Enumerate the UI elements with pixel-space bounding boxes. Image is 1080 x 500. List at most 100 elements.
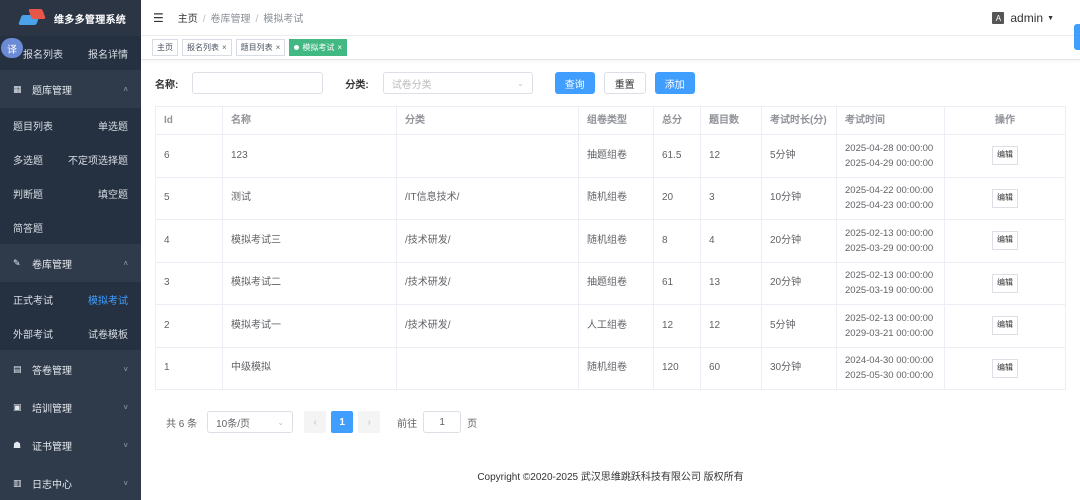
page-size-select[interactable]: 10条/页 ⌄	[207, 411, 294, 433]
breadcrumb-home[interactable]: 主页	[178, 14, 198, 25]
translate-button[interactable]: 译	[1, 38, 33, 58]
sidebar-group-certificate[interactable]: ☗ 证书管理 ˅	[0, 426, 141, 464]
breadcrumb-paper-lib[interactable]: 卷库管理	[211, 14, 251, 25]
chevron-down-icon: ˅	[123, 364, 128, 374]
prev-page-button[interactable]: ‹	[304, 411, 327, 433]
user-menu[interactable]: A admin ▼	[992, 11, 1054, 25]
tag-label: 主页	[157, 43, 173, 52]
sidebar-row: 外部考试 试卷模板	[0, 316, 141, 350]
cell-actions: 编辑	[945, 220, 1065, 262]
edit-button[interactable]: 编辑	[992, 231, 1018, 251]
sidebar-item[interactable]: 正式考试	[13, 292, 53, 307]
cell-count: 60	[701, 347, 762, 389]
tag-label: 模拟考试	[302, 43, 335, 52]
sidebar-item[interactable]: 不定项选择题	[68, 152, 128, 167]
sidebar-group-book[interactable]: ▤ 答卷管理 ˅	[0, 350, 141, 388]
sidebar-item[interactable]: 填空题	[98, 186, 128, 201]
breadcrumb: 主页 / 卷库管理 / 模拟考试	[177, 14, 304, 25]
cell-id: 4	[156, 220, 223, 262]
cell-type: 抽题组卷	[579, 135, 654, 177]
tag-label: 报名列表	[187, 43, 219, 52]
logo[interactable]: 维多多管理系统	[0, 0, 141, 36]
cell-duration: 5分钟	[762, 305, 837, 347]
sidebar-group-grid[interactable]: ▦ 题库管理 ˄	[0, 70, 141, 108]
page-size-value: 10条/页	[216, 418, 251, 430]
close-icon[interactable]: ×	[222, 43, 227, 52]
cell-name: 模拟考试一	[223, 305, 397, 347]
sidebar-item[interactable]: 单选题	[98, 118, 128, 133]
cell-id: 1	[156, 347, 223, 389]
category-label: 分类:	[345, 79, 369, 91]
tag-1[interactable]: 报名列表 ×	[182, 39, 232, 56]
table-row: 3 模拟考试二/技术研发/抽题组卷 61 13 20分钟 2025-02-13 00:00…	[156, 262, 1065, 305]
logo-icon	[18, 9, 46, 27]
sidebar-item[interactable]: 判断题	[13, 186, 43, 201]
close-icon[interactable]: ×	[276, 43, 281, 52]
sidebar-item-signup-list[interactable]: 报名列表	[23, 46, 63, 61]
sidebar-group-training[interactable]: ▣ 培训管理 ˅	[0, 388, 141, 426]
cell-count: 12	[701, 305, 762, 347]
cell-actions: 编辑	[945, 263, 1065, 305]
edit-button[interactable]: 编辑	[992, 273, 1018, 293]
sidebar-item-signup-detail[interactable]: 报名详情	[88, 46, 128, 61]
sidebar-item[interactable]: 试卷模板	[88, 326, 128, 341]
exam-end-time: 2025-04-29 00:00:00	[845, 157, 934, 169]
goto-page-input[interactable]: 1	[423, 411, 462, 433]
name-input[interactable]	[192, 72, 324, 94]
cell-score: 61	[654, 262, 701, 304]
sidebar-group-label: 证书管理	[32, 441, 72, 453]
cell-id: 5	[156, 177, 223, 219]
category-placeholder: 试卷分类	[391, 79, 432, 91]
cell-exam-time: 2025-02-13 00:00:00 2025-03-19 00:00:00	[837, 262, 945, 304]
sidebar-group-label: 答卷管理	[32, 365, 72, 377]
header: ☰ 主页 / 卷库管理 / 模拟考试 A admin ▼	[141, 0, 1080, 36]
cell-category: /技术研发/	[397, 220, 579, 262]
sidebar-item[interactable]: 模拟考试	[88, 292, 128, 307]
tag-2[interactable]: 题目列表 ×	[235, 39, 286, 56]
sidebar-item[interactable]: 多选题	[13, 152, 43, 167]
edit-button[interactable]: 编辑	[992, 146, 1018, 166]
sidebar-group-pin[interactable]: ✎ 卷库管理 ˄	[0, 244, 141, 282]
query-button[interactable]: 查询	[554, 72, 595, 94]
reset-button[interactable]: 重置	[603, 72, 646, 94]
pin-icon: ✎	[13, 257, 21, 268]
table-row: 4 模拟考试三/技术研发/随机组卷 8 4 20分钟 2025-02-13 00:00:0…	[156, 220, 1065, 263]
cell-id: 6	[156, 135, 223, 177]
next-page-button[interactable]: ›	[358, 411, 381, 433]
breadcrumb-current: 模拟考试	[263, 14, 304, 25]
sidebar-item[interactable]: 外部考试	[13, 326, 53, 341]
pagination: 共 6 条 10条/页 ⌄ ‹ 1 › 前往 1 页	[166, 411, 477, 433]
sidebar-row: 简答题	[0, 210, 141, 244]
sidebar-item[interactable]: 简答题	[13, 220, 43, 235]
add-button[interactable]: 添加	[654, 72, 695, 94]
edit-button[interactable]: 编辑	[992, 316, 1018, 336]
sidebar-item[interactable]: 题目列表	[13, 118, 53, 133]
cell-duration: 20分钟	[762, 220, 837, 262]
search-bar: 名称: 分类: 试卷分类 ⌄ 查询 重置 添加	[155, 72, 695, 94]
certificate-icon: ☗	[13, 439, 22, 450]
tag-0[interactable]: 主页	[152, 39, 178, 56]
cell-score: 120	[654, 347, 701, 389]
sidebar-row: 多选题 不定项选择题	[0, 142, 141, 176]
cell-type: 人工组卷	[579, 305, 654, 347]
tag-3[interactable]: 模拟考试 ×	[289, 39, 348, 56]
category-select[interactable]: 试卷分类 ⌄	[382, 72, 533, 94]
exam-start-time: 2025-02-13 00:00:00	[845, 227, 934, 239]
cell-name: 模拟考试二	[223, 262, 397, 304]
cell-exam-time: 2025-02-13 00:00:00 2025-03-29 00:00:00	[837, 220, 945, 262]
edit-button[interactable]: 编辑	[992, 188, 1018, 208]
edit-button[interactable]: 编辑	[992, 358, 1018, 378]
cell-exam-time: 2025-02-13 00:00:00 2029-03-21 00:00:00	[837, 305, 945, 347]
column-header: 总分	[654, 107, 701, 134]
menu-toggle-icon[interactable]: ☰	[153, 11, 164, 25]
sidebar-group-log[interactable]: ▥ 日志中心 ˅	[0, 464, 141, 500]
close-icon[interactable]: ×	[337, 43, 342, 52]
chevron-down-icon: ⌄	[516, 78, 524, 88]
cell-category	[397, 347, 579, 389]
language-icon[interactable]: A	[992, 12, 1005, 24]
cell-actions: 编辑	[945, 135, 1065, 177]
cell-duration: 5分钟	[762, 135, 837, 177]
cell-name: 测试	[223, 177, 397, 219]
page-number-current[interactable]: 1	[331, 411, 354, 433]
cell-type: 随机组卷	[579, 177, 654, 219]
